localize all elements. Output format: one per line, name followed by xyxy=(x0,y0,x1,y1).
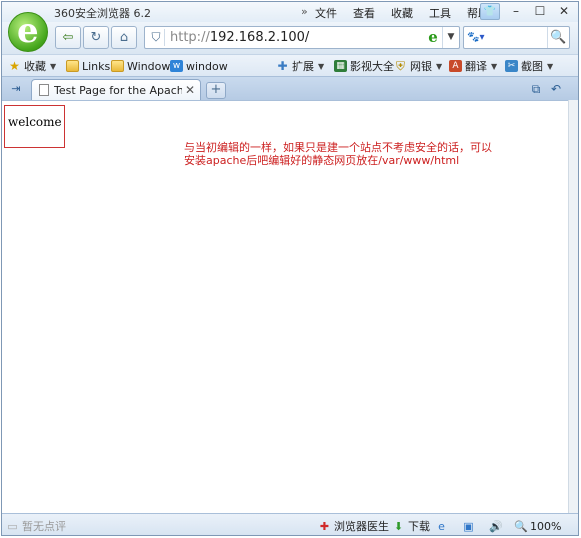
window-title: 360安全浏览器 6.2 xyxy=(54,7,151,20)
comment-icon: ▭ xyxy=(7,519,18,533)
puzzle-icon: ✚ xyxy=(277,59,288,73)
bookmark-movies[interactable]: ▦ 影视大全 xyxy=(334,58,394,74)
back-button[interactable]: ⇦ xyxy=(55,26,81,49)
download-arrow-icon: ⬇ xyxy=(393,519,404,533)
menu-tools[interactable]: 工具 xyxy=(429,5,451,21)
monitor-icon: ▣ xyxy=(463,519,474,533)
annotation-line-1: 与当初编辑的一样，如果只是建一个站点不考虑安全的话，可以 xyxy=(184,141,492,154)
bookmark-label: 收藏 xyxy=(24,60,46,73)
url-host: 192.168.2.100/ xyxy=(209,30,310,45)
maximize-button[interactable]: ☐ xyxy=(528,2,552,20)
page-content: welcome 与当初编辑的一样，如果只是建一个站点不考虑安全的话，可以 安装a… xyxy=(2,100,568,513)
search-engine-paw-icon[interactable]: 🐾▾ xyxy=(467,30,489,45)
search-icon[interactable]: 🔍 xyxy=(547,27,569,48)
url-scheme: http:// xyxy=(170,30,210,45)
sound-button[interactable]: 🔊 xyxy=(489,518,505,534)
bookmark-label: 扩展 xyxy=(292,60,314,73)
close-window-button[interactable]: ✕ xyxy=(552,2,576,20)
menu-bar: » 文件 查看 收藏 工具 帮助 xyxy=(301,5,505,21)
bookmark-label: 影视大全 xyxy=(350,60,394,73)
refresh-button[interactable]: ↻ xyxy=(83,26,109,49)
bookmark-label: 网银 xyxy=(410,60,432,73)
menu-favorites[interactable]: 收藏 xyxy=(391,5,413,21)
address-url[interactable]: http://192.168.2.100/ xyxy=(170,30,309,45)
screen-mode-button[interactable]: ▣ xyxy=(462,518,478,534)
doctor-label: 浏览器医生 xyxy=(334,520,389,533)
bookmark-label: Links xyxy=(82,59,111,73)
download-label: 下载 xyxy=(408,520,430,533)
dropdown-arrow-icon: ▼ xyxy=(491,61,498,71)
annotation-note: 与当初编辑的一样，如果只是建一个站点不考虑安全的话，可以 安装apache后吧编… xyxy=(184,141,524,167)
sidebar-toggle-icon[interactable]: ⇥ xyxy=(7,81,25,97)
comment-status[interactable]: ▭ 暂无点评 xyxy=(6,518,66,534)
magnifier-icon: 🔍 xyxy=(514,519,528,533)
search-box[interactable]: 🐾▾ 🔍 xyxy=(463,26,570,49)
ie-engine-button[interactable]: e xyxy=(435,518,451,534)
folder-icon xyxy=(111,60,124,72)
bookmark-links[interactable]: Links xyxy=(66,58,110,74)
bookmark-label: 截图 xyxy=(521,60,543,73)
bookmark-favorites[interactable]: ★ 收藏 ▼ xyxy=(8,58,56,74)
menu-file[interactable]: 文件 xyxy=(315,5,337,21)
tab-bar: ⇥ Test Page for the Apache H ✕ + ⧉ ↶ xyxy=(2,76,578,101)
menu-view[interactable]: 查看 xyxy=(353,5,375,21)
ie-compat-mode-icon[interactable]: e xyxy=(424,28,442,47)
star-icon: ★ xyxy=(9,59,20,73)
address-bar[interactable]: ⛉ http://192.168.2.100/ e ▼ xyxy=(144,26,460,49)
translate-icon: A xyxy=(449,60,462,72)
dropdown-arrow-icon: ▼ xyxy=(50,61,57,71)
doctor-icon: ✚ xyxy=(319,519,330,533)
browser-doctor-button[interactable]: ✚ 浏览器医生 xyxy=(318,518,389,534)
comment-label: 暂无点评 xyxy=(22,520,66,533)
minimize-button[interactable]: – xyxy=(504,2,528,20)
zoom-control[interactable]: 🔍 100% xyxy=(514,518,561,534)
bookmark-label: Window xyxy=(127,59,171,73)
ie-icon: e xyxy=(438,519,445,533)
browser-window: 360安全浏览器 6.2 » 文件 查看 收藏 工具 帮助 👕 – ☐ ✕ ⇦ … xyxy=(1,1,579,536)
annotation-line-2: 安装apache后吧编辑好的静态网页放在/var/www/html xyxy=(184,154,460,167)
bookmark-window-folder[interactable]: Window xyxy=(111,58,170,74)
menu-overflow-icon[interactable]: » xyxy=(301,5,315,21)
page-icon xyxy=(39,84,49,96)
bookmark-screenshot[interactable]: ✂ 截图 ▼ xyxy=(505,58,553,74)
bookmarks-bar: ★ 收藏 ▼ Links Window w window ✚ 扩展 ▼ ▦ 影视… xyxy=(2,54,578,76)
restore-closed-tab-icon[interactable]: ↶ xyxy=(547,81,565,97)
tab-apache-test-page[interactable]: Test Page for the Apache H ✕ xyxy=(31,79,201,101)
bookmark-window-link[interactable]: w window xyxy=(170,58,228,74)
title-bar: 360安全浏览器 6.2 » 文件 查看 收藏 工具 帮助 👕 – ☐ ✕ xyxy=(2,2,578,22)
welcome-text: welcome xyxy=(8,115,62,129)
status-bar: ▭ 暂无点评 ✚ 浏览器医生 ⬇ 下载 e ▣ 🔊 🔍 100% xyxy=(2,513,578,535)
tab-close-icon[interactable]: ✕ xyxy=(185,83,195,97)
bookmark-label: window xyxy=(186,59,228,73)
zoom-level: 100% xyxy=(530,519,562,533)
bookmark-online-banking[interactable]: ⛨ 网银 ▼ xyxy=(394,58,442,74)
navigation-bar: ⇦ ↻ ⌂ ⛉ http://192.168.2.100/ e ▼ 🐾▾ 🔍 xyxy=(2,22,578,54)
film-icon: ▦ xyxy=(334,60,347,72)
new-tab-button[interactable]: + xyxy=(206,82,226,99)
vertical-scrollbar[interactable] xyxy=(568,100,578,513)
bank-icon: ⛨ xyxy=(395,59,405,73)
security-shield-icon[interactable]: ⛉ xyxy=(148,29,165,46)
tab-list-icon[interactable]: ⧉ xyxy=(527,81,545,97)
speaker-icon: 🔊 xyxy=(489,519,503,533)
window-icon: w xyxy=(170,60,183,72)
skin-shirt-icon[interactable]: 👕 xyxy=(480,3,500,20)
download-button[interactable]: ⬇ 下载 xyxy=(392,518,430,534)
home-button[interactable]: ⌂ xyxy=(111,26,137,49)
scissors-icon: ✂ xyxy=(505,60,518,72)
bookmark-translate[interactable]: A 翻译 ▼ xyxy=(449,58,497,74)
tab-title: Test Page for the Apache H xyxy=(54,84,182,97)
address-dropdown-icon[interactable]: ▼ xyxy=(442,27,459,48)
bookmark-label: 翻译 xyxy=(465,60,487,73)
folder-icon xyxy=(66,60,79,72)
browser-logo-icon[interactable] xyxy=(8,12,48,52)
dropdown-arrow-icon: ▼ xyxy=(436,61,443,71)
dropdown-arrow-icon: ▼ xyxy=(547,61,554,71)
bookmark-extensions[interactable]: ✚ 扩展 ▼ xyxy=(276,58,324,74)
dropdown-arrow-icon: ▼ xyxy=(318,61,325,71)
